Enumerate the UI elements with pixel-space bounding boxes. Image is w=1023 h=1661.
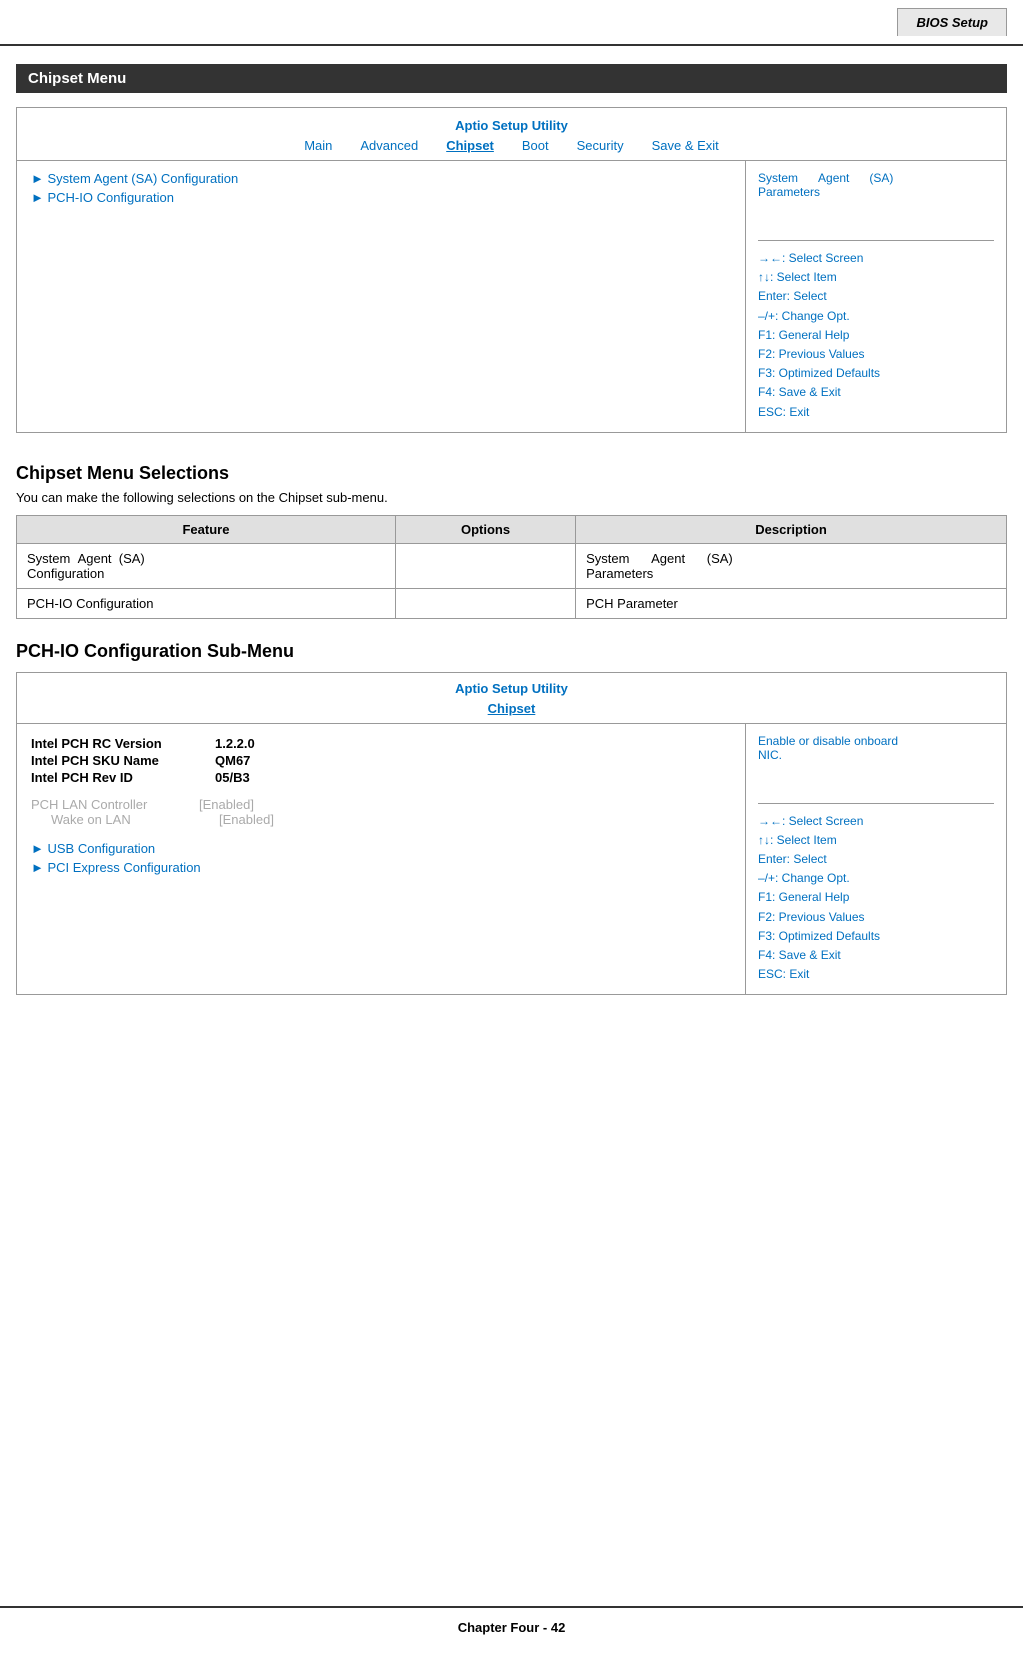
selections-section: Chipset Menu Selections You can make the… [0, 453, 1023, 641]
bios-right-desc-area: System Agent (SA)Parameters [758, 171, 994, 241]
pch-left-panel: Intel PCH RC Version 1.2.2.0 Intel PCH S… [17, 724, 746, 995]
pci-express-link[interactable]: ► PCI Express Configuration [31, 860, 731, 875]
pch-rc-version-value: 1.2.2.0 [215, 736, 255, 751]
pch-sku-row: Intel PCH SKU Name QM67 [31, 753, 731, 768]
pch-chipset-label: Chipset [17, 698, 1006, 719]
pch-right-panel: Enable or disable onboardNIC. →←: Select… [746, 724, 1006, 995]
nav-boot[interactable]: Boot [522, 138, 549, 153]
help-opt-defaults: F3: Optimized Defaults [758, 364, 994, 383]
pch-rev-row: Intel PCH Rev ID 05/B3 [31, 770, 731, 785]
bios-setup-tab: BIOS Setup [897, 8, 1007, 36]
feature-sa-config: System Agent (SA)Configuration [17, 543, 396, 588]
nav-security[interactable]: Security [577, 138, 624, 153]
page-header: BIOS Setup [0, 0, 1023, 46]
bios-utility-title: Aptio Setup Utility [17, 114, 1006, 135]
pch-rc-version-row: Intel PCH RC Version 1.2.2.0 [31, 736, 731, 751]
nav-chipset[interactable]: Chipset [446, 138, 494, 153]
options-sa-config [395, 543, 575, 588]
pch-sku-value: QM67 [215, 753, 250, 768]
pch-wake-row: Wake on LAN [Enabled] [31, 812, 731, 827]
bios-left-panel: ► System Agent (SA) Configuration ► PCH-… [17, 161, 746, 432]
table-row: PCH-IO Configuration PCH Parameter [17, 588, 1007, 618]
chipset-bios-panel: Aptio Setup Utility Main Advanced Chipse… [16, 107, 1007, 433]
desc-sa-config: System Agent (SA)Parameters [576, 543, 1007, 588]
pch-panel-header: Aptio Setup Utility Chipset [17, 673, 1006, 724]
help-esc-exit: ESC: Exit [758, 403, 994, 422]
pch-help-select-item: ↑↓: Select Item [758, 831, 994, 850]
nav-main[interactable]: Main [304, 138, 332, 153]
pch-wake-value[interactable]: [Enabled] [219, 812, 274, 827]
pch-wake-label: Wake on LAN [51, 812, 191, 827]
bios-panel-top: Aptio Setup Utility Main Advanced Chipse… [17, 108, 1006, 161]
bios-nav-row: Main Advanced Chipset Boot Security Save… [17, 135, 1006, 156]
pch-utility-title: Aptio Setup Utility [17, 677, 1006, 698]
pch-right-desc-area: Enable or disable onboardNIC. [758, 734, 994, 804]
col-options: Options [395, 515, 575, 543]
help-enter-select: Enter: Select [758, 287, 994, 306]
pch-right-desc: Enable or disable onboardNIC. [758, 734, 994, 762]
section-title: Chipset Menu [16, 64, 1007, 93]
col-description: Description [576, 515, 1007, 543]
selections-table: Feature Options Description System Agent… [16, 515, 1007, 619]
usb-config-link[interactable]: ► USB Configuration [31, 841, 731, 856]
pch-help-esc-exit: ESC: Exit [758, 965, 994, 984]
pch-help-opt-defaults: F3: Optimized Defaults [758, 927, 994, 946]
pch-sub-heading: PCH-IO Configuration Sub-Menu [16, 641, 1007, 662]
help-save-exit: F4: Save & Exit [758, 383, 994, 402]
pch-content: Intel PCH RC Version 1.2.2.0 Intel PCH S… [17, 724, 1006, 995]
pch-links: ► USB Configuration ► PCI Express Config… [31, 841, 731, 875]
help-change-opt: –/+: Change Opt. [758, 307, 994, 326]
pch-lan-row: PCH LAN Controller [Enabled] [31, 797, 731, 812]
pch-help-change-opt: –/+: Change Opt. [758, 869, 994, 888]
sa-config-item[interactable]: ► System Agent (SA) Configuration [31, 171, 731, 186]
bios-content: ► System Agent (SA) Configuration ► PCH-… [17, 161, 1006, 432]
pch-lan-section: PCH LAN Controller [Enabled] Wake on LAN… [31, 797, 731, 827]
pch-help-save-exit: F4: Save & Exit [758, 946, 994, 965]
pch-rev-label: Intel PCH Rev ID [31, 770, 191, 785]
bios-right-panel: System Agent (SA)Parameters →←: Select S… [746, 161, 1006, 432]
pch-io-item[interactable]: ► PCH-IO Configuration [31, 190, 731, 205]
table-row: System Agent (SA)Configuration System Ag… [17, 543, 1007, 588]
pch-sku-label: Intel PCH SKU Name [31, 753, 191, 768]
pch-help-enter-select: Enter: Select [758, 850, 994, 869]
pch-help-select-screen: →←: Select Screen [758, 812, 994, 831]
nav-advanced[interactable]: Advanced [360, 138, 418, 153]
pch-help-general-help: F1: General Help [758, 888, 994, 907]
pch-rev-value: 05/B3 [215, 770, 250, 785]
pch-lan-label: PCH LAN Controller [31, 797, 171, 812]
nav-save-exit[interactable]: Save & Exit [652, 138, 719, 153]
page-footer: Chapter Four - 42 [0, 1606, 1023, 1643]
help-general-help: F1: General Help [758, 326, 994, 345]
help-select-item: ↑↓: Select Item [758, 268, 994, 287]
desc-pch-io: PCH Parameter [576, 588, 1007, 618]
help-prev-values: F2: Previous Values [758, 345, 994, 364]
options-pch-io [395, 588, 575, 618]
pch-help-prev-values: F2: Previous Values [758, 908, 994, 927]
bios-right-desc: System Agent (SA)Parameters [758, 171, 994, 199]
pch-nav-chipset: Chipset [488, 701, 536, 716]
pch-bios-panel: Aptio Setup Utility Chipset Intel PCH RC… [16, 672, 1007, 996]
selections-para: You can make the following selections on… [16, 490, 1007, 505]
feature-pch-io: PCH-IO Configuration [17, 588, 396, 618]
selections-heading: Chipset Menu Selections [16, 463, 1007, 484]
col-feature: Feature [17, 515, 396, 543]
pch-rc-version-label: Intel PCH RC Version [31, 736, 191, 751]
pch-lan-value[interactable]: [Enabled] [199, 797, 254, 812]
help-select-screen: →←: Select Screen [758, 249, 994, 268]
